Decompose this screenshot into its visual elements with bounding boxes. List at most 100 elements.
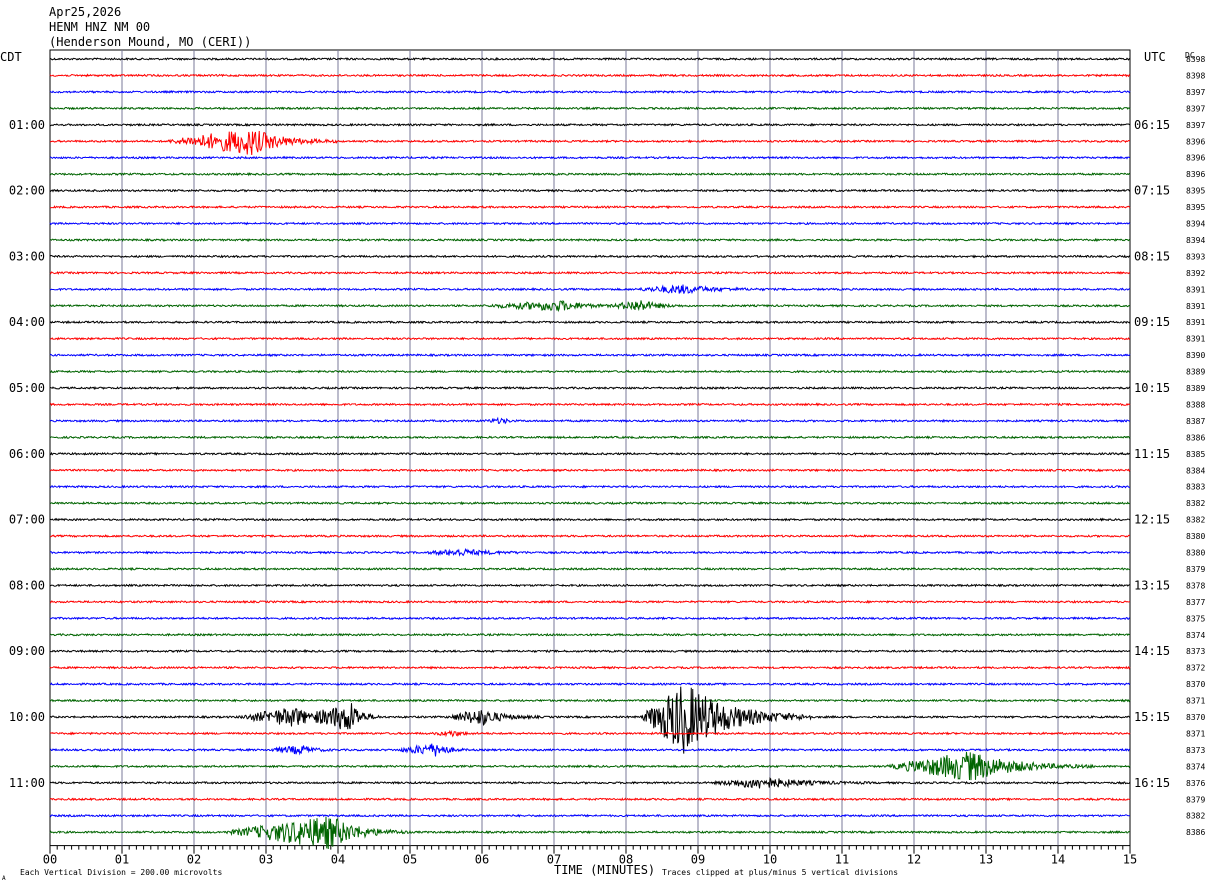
right-hour-label: 14:15 <box>1134 644 1170 658</box>
left-hour-label: 11:00 <box>9 776 45 790</box>
seismic-trace <box>49 501 1131 506</box>
left-hour-label: 01:00 <box>9 118 45 132</box>
seismic-trace <box>49 369 1131 374</box>
dc-offset-value: 8370 <box>1186 680 1205 689</box>
dc-offset-value: 8395 <box>1186 187 1205 196</box>
seismic-trace <box>49 73 1131 78</box>
plot-station: HENM HNZ NM 00 <box>49 20 150 34</box>
dc-offset-value: 8392 <box>1186 269 1205 278</box>
seismic-trace <box>49 632 1131 637</box>
seismic-trace <box>49 155 1130 160</box>
left-hour-label: 05:00 <box>9 381 45 395</box>
dc-offset-value: 8385 <box>1186 450 1205 459</box>
left-hour-label: 09:00 <box>9 644 45 658</box>
dc-offset-value: 8382 <box>1186 499 1205 508</box>
x-tick-label: 04 <box>331 853 345 867</box>
dc-offset-value: 8375 <box>1186 614 1205 623</box>
seismic-trace <box>49 336 1131 341</box>
dc-offset-value: 8397 <box>1186 104 1205 113</box>
dc-offset-value: 8391 <box>1186 302 1205 311</box>
dc-offset-value: 8386 <box>1186 433 1205 442</box>
dc-offset-value: 8396 <box>1186 170 1205 179</box>
right-hour-label: 07:15 <box>1134 184 1170 198</box>
seismic-trace <box>49 204 1131 210</box>
right-hour-label: 15:15 <box>1134 710 1170 724</box>
dc-offset-value: 8371 <box>1186 729 1205 738</box>
dc-offset-value: 8393 <box>1186 252 1205 261</box>
seismic-trace <box>49 300 1131 313</box>
dc-offset-value: 8394 <box>1186 236 1205 245</box>
plot-frame <box>49 49 1131 847</box>
right-hour-label: 13:15 <box>1134 578 1170 592</box>
plot-location: (Henderson Mound, MO (CERI)) <box>49 35 251 49</box>
dc-offset-value: 8391 <box>1186 285 1205 294</box>
seismic-trace <box>49 547 1131 557</box>
seismic-trace <box>49 130 1131 156</box>
seismic-trace <box>49 797 1131 802</box>
seismic-trace <box>49 270 1131 275</box>
dc-offset-value: 8389 <box>1186 384 1205 393</box>
right-hour-label: 11:15 <box>1134 447 1170 461</box>
seismic-trace <box>49 484 1131 489</box>
left-hour-label: 08:00 <box>9 578 45 592</box>
dc-offset-value: 8371 <box>1186 697 1205 706</box>
right-hour-label: 09:15 <box>1134 315 1170 329</box>
dc-offset-value: 8380 <box>1186 549 1205 558</box>
seismic-trace <box>49 534 1131 539</box>
seismic-trace <box>49 686 1131 754</box>
dc-offset-value: 8370 <box>1186 713 1205 722</box>
seismic-trace <box>49 89 1131 94</box>
seismic-trace <box>49 254 1131 259</box>
dc-offset-value: 8388 <box>1186 400 1205 409</box>
right-hour-label: 06:15 <box>1134 118 1170 132</box>
dc-offset-value: 8391 <box>1186 335 1205 344</box>
dc-offset-value: 8377 <box>1186 598 1205 607</box>
seismic-trace <box>49 649 1131 654</box>
seismic-trace <box>49 237 1131 242</box>
seismic-trace <box>49 435 1131 440</box>
dc-offset-value: 8384 <box>1186 466 1205 475</box>
dc-offset-value: 8395 <box>1186 203 1205 212</box>
dc-offset-value: 8398 <box>1186 71 1205 80</box>
x-tick-label: 00 <box>43 853 57 867</box>
right-hour-label: 16:15 <box>1134 776 1170 790</box>
dc-offset-value: 8373 <box>1186 746 1205 755</box>
right-hour-label: 08:15 <box>1134 249 1170 263</box>
seismic-trace <box>49 517 1131 522</box>
dc-offset-value: 8372 <box>1186 664 1205 673</box>
dc-offset-value: 8383 <box>1186 483 1205 492</box>
seismic-trace <box>49 56 1131 62</box>
seismic-trace <box>49 816 1131 849</box>
seismic-trace <box>49 451 1131 456</box>
seismic-trace <box>49 616 1131 621</box>
dc-offset-value: 8379 <box>1186 565 1205 574</box>
seismic-trace <box>49 777 1131 789</box>
left-hour-label: 10:00 <box>9 710 45 724</box>
helicorder-plot: Apr25,2026 HENM HNZ NM 00 (Henderson Mou… <box>0 5 1205 882</box>
dc-offset-value: 8387 <box>1186 417 1205 426</box>
dc-offset-value: 8386 <box>1186 828 1205 837</box>
left-hour-label: 04:00 <box>9 315 45 329</box>
left-timezone-label: CDT <box>0 50 22 64</box>
seismic-trace <box>49 665 1131 670</box>
right-timezone-label: UTC <box>1144 50 1166 64</box>
left-hour-label: 02:00 <box>9 184 45 198</box>
dc-offset-value: 8379 <box>1186 795 1205 804</box>
seismic-trace <box>49 416 1131 425</box>
corner-mark: A <box>2 875 6 882</box>
dc-offset-value: 8373 <box>1186 647 1205 656</box>
dc-offset-value: 8374 <box>1186 631 1205 640</box>
dc-offset-value: 8394 <box>1186 220 1205 229</box>
left-hour-label: 06:00 <box>9 447 45 461</box>
seismic-trace <box>49 320 1131 325</box>
dc-offset-value: 8398 <box>1186 55 1205 64</box>
plot-date: Apr25,2026 <box>49 5 121 19</box>
x-tick-label: 03 <box>259 853 273 867</box>
x-tick-label: 15 <box>1123 853 1137 867</box>
seismic-trace <box>49 729 1131 738</box>
seismic-trace <box>49 682 1131 687</box>
right-hour-label: 10:15 <box>1134 381 1170 395</box>
seismic-trace <box>49 813 1131 818</box>
seismic-trace <box>49 698 1131 703</box>
seismic-trace <box>49 122 1131 127</box>
